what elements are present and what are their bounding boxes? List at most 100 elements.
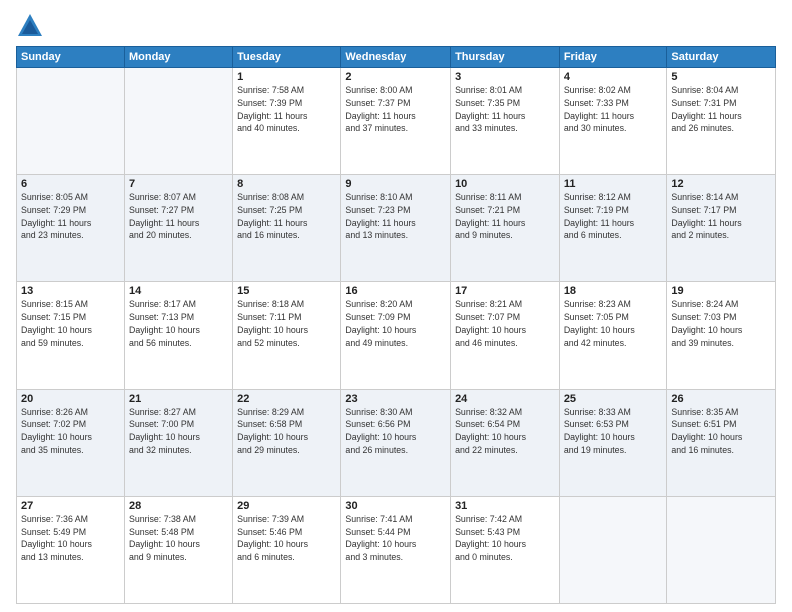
- week-row-3: 20Sunrise: 8:26 AM Sunset: 7:02 PM Dayli…: [17, 389, 776, 496]
- day-number: 7: [129, 178, 228, 190]
- calendar-body: 1Sunrise: 7:58 AM Sunset: 7:39 PM Daylig…: [17, 68, 776, 604]
- weekday-header-wednesday: Wednesday: [341, 47, 451, 68]
- day-detail: Sunrise: 8:20 AM Sunset: 7:09 PM Dayligh…: [345, 298, 446, 349]
- weekday-header-thursday: Thursday: [451, 47, 560, 68]
- weekday-header-sunday: Sunday: [17, 47, 125, 68]
- weekday-header-monday: Monday: [124, 47, 232, 68]
- day-number: 31: [455, 500, 555, 512]
- calendar-cell: 7Sunrise: 8:07 AM Sunset: 7:27 PM Daylig…: [124, 175, 232, 282]
- calendar-cell: 3Sunrise: 8:01 AM Sunset: 7:35 PM Daylig…: [451, 68, 560, 175]
- day-detail: Sunrise: 8:30 AM Sunset: 6:56 PM Dayligh…: [345, 406, 446, 457]
- day-number: 25: [564, 393, 663, 405]
- calendar-cell: 18Sunrise: 8:23 AM Sunset: 7:05 PM Dayli…: [559, 282, 667, 389]
- day-detail: Sunrise: 8:15 AM Sunset: 7:15 PM Dayligh…: [21, 298, 120, 349]
- calendar-cell: 9Sunrise: 8:10 AM Sunset: 7:23 PM Daylig…: [341, 175, 451, 282]
- calendar-cell: 17Sunrise: 8:21 AM Sunset: 7:07 PM Dayli…: [451, 282, 560, 389]
- day-number: 24: [455, 393, 555, 405]
- day-number: 13: [21, 285, 120, 297]
- calendar-cell: 31Sunrise: 7:42 AM Sunset: 5:43 PM Dayli…: [451, 496, 560, 603]
- day-detail: Sunrise: 8:27 AM Sunset: 7:00 PM Dayligh…: [129, 406, 228, 457]
- calendar-cell: 20Sunrise: 8:26 AM Sunset: 7:02 PM Dayli…: [17, 389, 125, 496]
- calendar-cell: [559, 496, 667, 603]
- day-detail: Sunrise: 8:11 AM Sunset: 7:21 PM Dayligh…: [455, 191, 555, 242]
- day-detail: Sunrise: 8:02 AM Sunset: 7:33 PM Dayligh…: [564, 84, 663, 135]
- day-detail: Sunrise: 7:39 AM Sunset: 5:46 PM Dayligh…: [237, 513, 336, 564]
- week-row-1: 6Sunrise: 8:05 AM Sunset: 7:29 PM Daylig…: [17, 175, 776, 282]
- header: [16, 12, 776, 40]
- day-detail: Sunrise: 8:12 AM Sunset: 7:19 PM Dayligh…: [564, 191, 663, 242]
- day-number: 11: [564, 178, 663, 190]
- day-number: 23: [345, 393, 446, 405]
- day-number: 22: [237, 393, 336, 405]
- calendar-cell: [667, 496, 776, 603]
- day-number: 10: [455, 178, 555, 190]
- day-detail: Sunrise: 8:21 AM Sunset: 7:07 PM Dayligh…: [455, 298, 555, 349]
- day-detail: Sunrise: 8:10 AM Sunset: 7:23 PM Dayligh…: [345, 191, 446, 242]
- day-number: 3: [455, 71, 555, 83]
- day-detail: Sunrise: 8:33 AM Sunset: 6:53 PM Dayligh…: [564, 406, 663, 457]
- day-number: 27: [21, 500, 120, 512]
- day-number: 14: [129, 285, 228, 297]
- weekday-header-saturday: Saturday: [667, 47, 776, 68]
- weekday-header-friday: Friday: [559, 47, 667, 68]
- day-number: 5: [671, 71, 771, 83]
- day-detail: Sunrise: 8:00 AM Sunset: 7:37 PM Dayligh…: [345, 84, 446, 135]
- day-detail: Sunrise: 8:05 AM Sunset: 7:29 PM Dayligh…: [21, 191, 120, 242]
- weekday-header-row: SundayMondayTuesdayWednesdayThursdayFrid…: [17, 47, 776, 68]
- day-number: 8: [237, 178, 336, 190]
- day-number: 1: [237, 71, 336, 83]
- day-number: 2: [345, 71, 446, 83]
- day-detail: Sunrise: 7:38 AM Sunset: 5:48 PM Dayligh…: [129, 513, 228, 564]
- calendar-cell: 27Sunrise: 7:36 AM Sunset: 5:49 PM Dayli…: [17, 496, 125, 603]
- day-number: 26: [671, 393, 771, 405]
- day-number: 19: [671, 285, 771, 297]
- day-detail: Sunrise: 8:26 AM Sunset: 7:02 PM Dayligh…: [21, 406, 120, 457]
- week-row-0: 1Sunrise: 7:58 AM Sunset: 7:39 PM Daylig…: [17, 68, 776, 175]
- week-row-2: 13Sunrise: 8:15 AM Sunset: 7:15 PM Dayli…: [17, 282, 776, 389]
- day-detail: Sunrise: 7:41 AM Sunset: 5:44 PM Dayligh…: [345, 513, 446, 564]
- calendar-cell: 23Sunrise: 8:30 AM Sunset: 6:56 PM Dayli…: [341, 389, 451, 496]
- day-number: 12: [671, 178, 771, 190]
- calendar-cell: [124, 68, 232, 175]
- day-number: 20: [21, 393, 120, 405]
- calendar-cell: 21Sunrise: 8:27 AM Sunset: 7:00 PM Dayli…: [124, 389, 232, 496]
- day-detail: Sunrise: 8:24 AM Sunset: 7:03 PM Dayligh…: [671, 298, 771, 349]
- logo: [16, 12, 48, 40]
- calendar-cell: 26Sunrise: 8:35 AM Sunset: 6:51 PM Dayli…: [667, 389, 776, 496]
- calendar-cell: 14Sunrise: 8:17 AM Sunset: 7:13 PM Dayli…: [124, 282, 232, 389]
- day-number: 21: [129, 393, 228, 405]
- day-detail: Sunrise: 8:07 AM Sunset: 7:27 PM Dayligh…: [129, 191, 228, 242]
- calendar-cell: 30Sunrise: 7:41 AM Sunset: 5:44 PM Dayli…: [341, 496, 451, 603]
- calendar-cell: 8Sunrise: 8:08 AM Sunset: 7:25 PM Daylig…: [233, 175, 341, 282]
- day-detail: Sunrise: 8:23 AM Sunset: 7:05 PM Dayligh…: [564, 298, 663, 349]
- day-detail: Sunrise: 8:08 AM Sunset: 7:25 PM Dayligh…: [237, 191, 336, 242]
- calendar-cell: 11Sunrise: 8:12 AM Sunset: 7:19 PM Dayli…: [559, 175, 667, 282]
- day-detail: Sunrise: 8:17 AM Sunset: 7:13 PM Dayligh…: [129, 298, 228, 349]
- day-number: 4: [564, 71, 663, 83]
- calendar-cell: 28Sunrise: 7:38 AM Sunset: 5:48 PM Dayli…: [124, 496, 232, 603]
- day-detail: Sunrise: 8:18 AM Sunset: 7:11 PM Dayligh…: [237, 298, 336, 349]
- week-row-4: 27Sunrise: 7:36 AM Sunset: 5:49 PM Dayli…: [17, 496, 776, 603]
- day-number: 18: [564, 285, 663, 297]
- day-number: 9: [345, 178, 446, 190]
- calendar-cell: 6Sunrise: 8:05 AM Sunset: 7:29 PM Daylig…: [17, 175, 125, 282]
- calendar-cell: 1Sunrise: 7:58 AM Sunset: 7:39 PM Daylig…: [233, 68, 341, 175]
- day-number: 15: [237, 285, 336, 297]
- day-number: 30: [345, 500, 446, 512]
- day-detail: Sunrise: 8:35 AM Sunset: 6:51 PM Dayligh…: [671, 406, 771, 457]
- day-detail: Sunrise: 8:29 AM Sunset: 6:58 PM Dayligh…: [237, 406, 336, 457]
- day-number: 29: [237, 500, 336, 512]
- day-number: 6: [21, 178, 120, 190]
- calendar-cell: 10Sunrise: 8:11 AM Sunset: 7:21 PM Dayli…: [451, 175, 560, 282]
- day-number: 16: [345, 285, 446, 297]
- day-detail: Sunrise: 8:14 AM Sunset: 7:17 PM Dayligh…: [671, 191, 771, 242]
- day-detail: Sunrise: 7:58 AM Sunset: 7:39 PM Dayligh…: [237, 84, 336, 135]
- calendar-cell: 29Sunrise: 7:39 AM Sunset: 5:46 PM Dayli…: [233, 496, 341, 603]
- calendar-cell: [17, 68, 125, 175]
- day-detail: Sunrise: 7:42 AM Sunset: 5:43 PM Dayligh…: [455, 513, 555, 564]
- day-number: 28: [129, 500, 228, 512]
- calendar-cell: 4Sunrise: 8:02 AM Sunset: 7:33 PM Daylig…: [559, 68, 667, 175]
- calendar-cell: 5Sunrise: 8:04 AM Sunset: 7:31 PM Daylig…: [667, 68, 776, 175]
- weekday-header-tuesday: Tuesday: [233, 47, 341, 68]
- logo-icon: [16, 12, 44, 40]
